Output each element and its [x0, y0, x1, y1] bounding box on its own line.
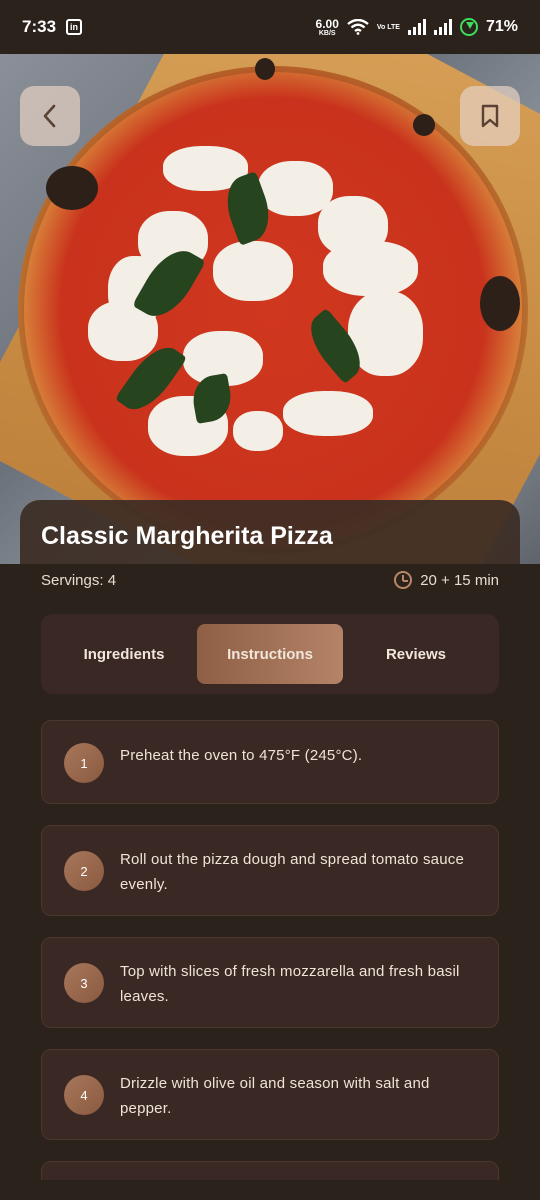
title-card: Classic Margherita Pizza: [20, 500, 520, 564]
step-text: Preheat the oven to 475°F (245°C).: [120, 747, 363, 764]
instructions-list: 1 Preheat the oven to 475°F (245°C). 2 R…: [41, 720, 499, 1180]
tab-reviews[interactable]: Reviews: [343, 624, 489, 684]
list-item: 2 Roll out the pizza dough and spread to…: [41, 825, 499, 916]
tab-ingredients[interactable]: Ingredients: [51, 624, 197, 684]
network-speed: 6.00 KB/S: [315, 16, 339, 37]
list-item: 1 Preheat the oven to 475°F (245°C).: [41, 720, 499, 804]
cook-time: 20 + 15 min: [394, 571, 499, 589]
recipe-title: Classic Margherita Pizza: [41, 522, 333, 550]
step-number: 1: [64, 743, 104, 783]
signal-icon-1: [407, 19, 426, 35]
step-text: Roll out the pizza dough and spread toma…: [120, 851, 464, 893]
servings-label: Servings: 4: [41, 571, 117, 589]
step-number: 4: [64, 1075, 104, 1115]
volte-icon: Vo LTE: [376, 23, 400, 31]
list-item: [41, 1161, 499, 1180]
cook-time-label: 20 + 15 min: [420, 571, 499, 589]
linkedin-icon: in: [66, 19, 83, 35]
list-item: 3 Top with slices of fresh mozzarella an…: [41, 937, 499, 1028]
status-time: 7:33: [22, 17, 57, 36]
tab-instructions[interactable]: Instructions: [197, 624, 343, 684]
recipe-hero-image: Classic Margherita Pizza: [0, 54, 540, 564]
signal-icon-2: [433, 19, 452, 35]
pizza-image: [18, 58, 528, 554]
back-button[interactable]: [20, 86, 80, 146]
chevron-left-icon: [43, 104, 56, 128]
step-number: 3: [64, 963, 104, 1003]
wifi-icon: [347, 19, 369, 35]
bookmark-icon: [481, 104, 499, 128]
recipe-meta: Servings: 4 20 + 15 min: [41, 568, 499, 592]
recipe-tabs: Ingredients Instructions Reviews: [41, 614, 499, 694]
battery-charging-icon: [459, 18, 478, 36]
step-number: 2: [64, 851, 104, 891]
status-bar: 7:33 in 6.00 KB/S Vo LTE 71%: [0, 0, 540, 54]
clock-icon: [394, 571, 413, 589]
list-item: 4 Drizzle with olive oil and season with…: [41, 1049, 499, 1140]
step-text: Drizzle with olive oil and season with s…: [120, 1075, 430, 1117]
bookmark-button[interactable]: [460, 86, 520, 146]
battery-percent: 71%: [485, 18, 518, 35]
step-text: Top with slices of fresh mozzarella and …: [120, 963, 460, 1005]
